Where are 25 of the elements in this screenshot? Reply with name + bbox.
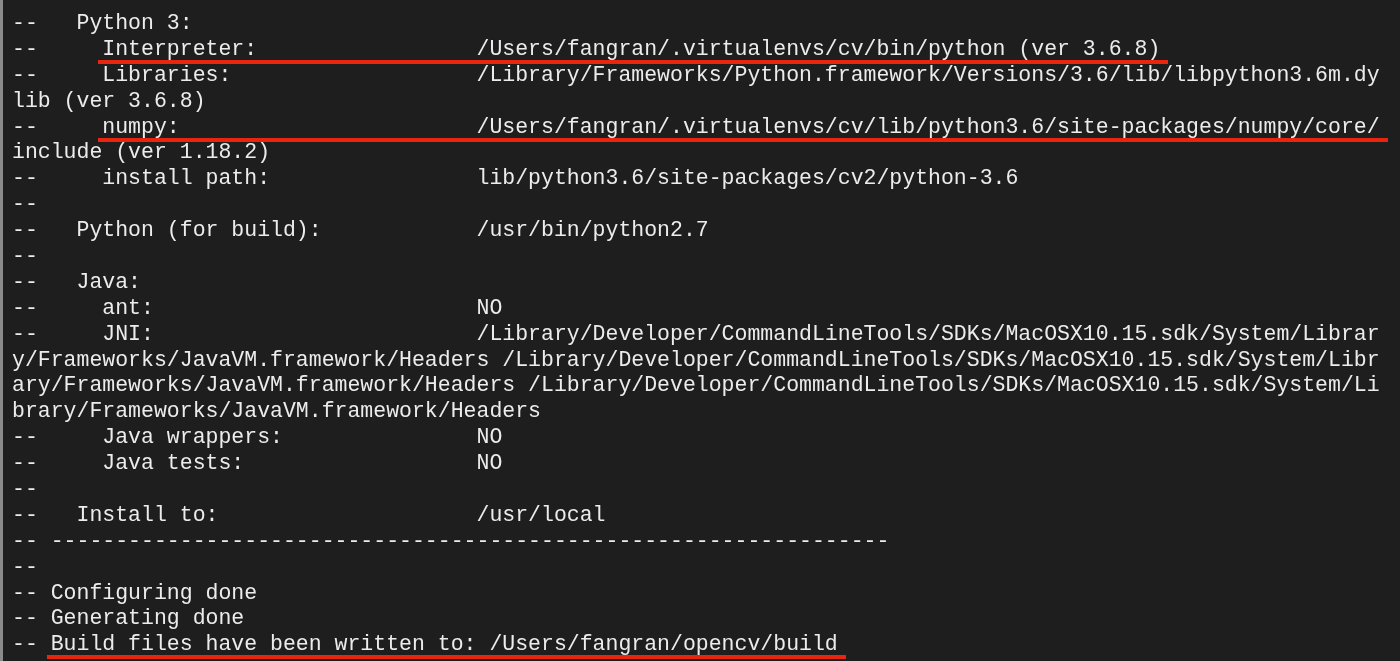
terminal-line: --	[12, 192, 38, 219]
terminal-line: -- Install to: /usr/local	[12, 502, 606, 529]
terminal-line: include (ver 1.18.2)	[12, 140, 271, 167]
terminal-line: lib (ver 3.6.8)	[12, 88, 206, 115]
terminal-line: y/Frameworks/JavaVM.framework/Headers /Library/Developer/CommandLineTools/SDKs/MacOSX10.15.sdk/System/Libr	[12, 347, 1380, 374]
terminal-line: --	[12, 477, 38, 503]
terminal-line: -- Java tests: NO	[12, 451, 503, 478]
terminal-line: -- Python (for build): /usr/bin/python2.7	[12, 218, 709, 245]
terminal-line: -- install path: lib/python3.6/site-packages/cv2/python-3.6	[12, 166, 1019, 193]
terminal-line: -- Build files have been written to: /Users/fangran/opencv/build	[12, 632, 838, 659]
terminal-line: -- Libraries: /Library/Frameworks/Python.framework/Versions/3.6/lib/libpython3.6m.dy	[12, 62, 1380, 89]
terminal-line: -- Configuring done	[12, 580, 258, 607]
terminal-line: -- Java:	[12, 269, 142, 296]
terminal-line: -- numpy: /Users/fangran/.virtualenvs/cv/lib/python3.6/site-packages/numpy/core/	[12, 114, 1380, 141]
terminal-line: -- JNI: /Library/Developer/CommandLineTools/SDKs/MacOSX10.15.sdk/System/Librar	[12, 321, 1380, 348]
terminal-line: -- ant: NO	[12, 295, 503, 322]
terminal-line: -- -----------------------------------------------------------------	[12, 528, 890, 555]
terminal-line: -- Interpreter: /Users/fangran/.virtualenvs/cv/bin/python (ver 3.6.8)	[12, 36, 1161, 63]
terminal-line: -- Python 3:	[12, 11, 193, 37]
terminal-line: brary/Frameworks/JavaVM.framework/Headers	[12, 399, 541, 426]
terminal-line: ary/Frameworks/JavaVM.framework/Headers /Library/Developer/CommandLineTools/SDKs/MacOSX10.15.sdk/System/Li	[12, 373, 1380, 400]
terminal-line: -- Java wrappers: NO	[12, 425, 503, 452]
terminal-line: --	[12, 554, 38, 581]
terminal-line: -- Generating done	[12, 606, 245, 633]
terminal-line: --	[12, 244, 38, 270]
